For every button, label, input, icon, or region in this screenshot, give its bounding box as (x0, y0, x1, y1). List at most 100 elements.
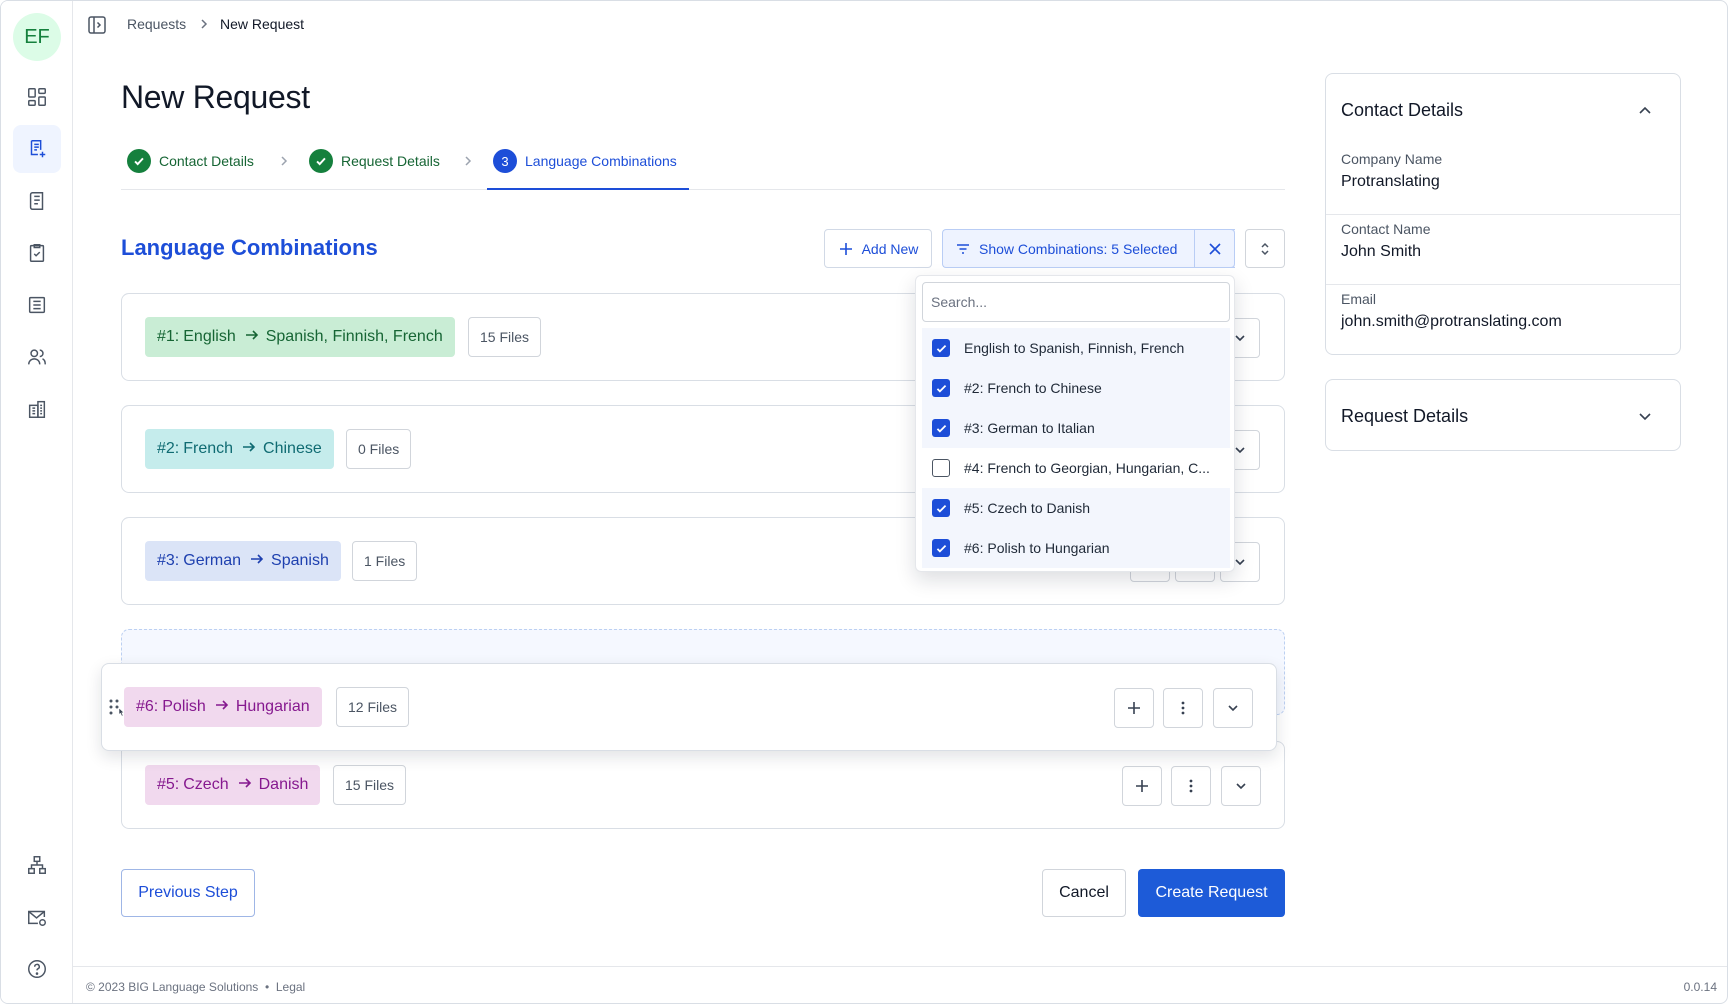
chevron-down-icon[interactable] (1636, 407, 1654, 425)
source-language: Polish (162, 698, 206, 715)
help-icon[interactable] (13, 945, 61, 993)
chevron-up-down-icon (1261, 242, 1269, 255)
app-version: 0.0.14 (1683, 980, 1717, 994)
tasks-icon[interactable] (13, 229, 61, 277)
filter-icon (957, 243, 969, 254)
breadcrumb-requests[interactable]: Requests (127, 16, 186, 32)
filter-option[interactable]: #4: French to Georgian, Hungarian, C... (922, 448, 1230, 488)
more-options-button[interactable] (1171, 766, 1211, 806)
checkbox-checked-icon[interactable] (932, 419, 950, 437)
clear-filter-button[interactable] (1194, 229, 1235, 268)
sidebar: EF (1, 1, 73, 1003)
filter-option[interactable]: #5: Czech to Danish (922, 488, 1230, 528)
target-languages: Danish (258, 776, 309, 793)
arrow-right-icon (249, 551, 265, 572)
expand-collapse-all-button[interactable] (1245, 229, 1285, 268)
app-window: EF Requests New Request New Request Cont… (0, 0, 1728, 1004)
filter-option-label: #3: German to Italian (964, 420, 1095, 436)
hierarchy-icon[interactable] (13, 841, 61, 889)
checkbox-unchecked-icon[interactable] (932, 459, 950, 477)
combination-id: #5: (157, 776, 180, 793)
mail-settings-icon[interactable] (13, 893, 61, 941)
files-count[interactable]: 15 Files (333, 765, 407, 805)
add-new-label: Add New (861, 240, 919, 257)
combination-id: #1: (157, 328, 180, 345)
page-title: New Request (121, 79, 310, 115)
plus-icon (839, 242, 852, 255)
files-count[interactable]: 0 Files (346, 429, 412, 469)
sidebar-toggle-icon[interactable] (87, 15, 107, 35)
create-request-button[interactable]: Create Request (1138, 869, 1285, 917)
source-language: French (183, 440, 234, 457)
topbar: Requests New Request (73, 1, 1727, 49)
dashboard-icon[interactable] (13, 73, 61, 121)
source-language: German (183, 552, 242, 569)
users-icon[interactable] (13, 333, 61, 381)
divider (1326, 214, 1680, 215)
filter-option[interactable]: #3: German to Italian (922, 408, 1230, 448)
source-language: Czech (183, 776, 229, 793)
legal-link[interactable]: Legal (276, 980, 305, 994)
plus-icon (1136, 780, 1148, 792)
chevron-down-icon[interactable] (1221, 766, 1261, 806)
step-language-combinations[interactable]: 3 Language Combinations (493, 149, 677, 173)
buildings-icon[interactable] (13, 385, 61, 433)
checkbox-checked-icon[interactable] (932, 379, 950, 397)
contact-name-label: Contact Name (1341, 221, 1431, 237)
step-contact-details[interactable]: Contact Details (127, 149, 254, 173)
add-file-button[interactable] (1114, 688, 1154, 728)
filter-option[interactable]: #2: French to Chinese (922, 368, 1230, 408)
step-label: Contact Details (159, 153, 254, 169)
add-new-button[interactable]: Add New (824, 229, 932, 268)
step-label: Language Combinations (525, 153, 677, 169)
arrow-right-icon (214, 697, 230, 718)
checkbox-checked-icon[interactable] (932, 339, 950, 357)
documents-icon[interactable] (13, 177, 61, 225)
cancel-button[interactable]: Cancel (1042, 869, 1126, 917)
dragging-combination-card[interactable]: #6: Polish Hungarian 12 Files (101, 663, 1277, 751)
combination-id: #3: (157, 552, 180, 569)
filter-label: Show Combinations: 5 Selected (979, 240, 1178, 257)
target-languages: Hungarian (235, 698, 310, 715)
step-request-details[interactable]: Request Details (309, 149, 440, 173)
filter-option[interactable]: #6: Polish to Hungarian (922, 528, 1230, 568)
contact-name-field: Contact Name John Smith (1341, 221, 1430, 261)
language-pair-tag: #5: Czech Danish (145, 765, 321, 805)
filter-option[interactable]: English to Spanish, Finnish, French (922, 328, 1230, 368)
company-name-value: Protranslating (1341, 173, 1440, 190)
checkbox-checked-icon[interactable] (932, 499, 950, 517)
chevron-right-icon (197, 16, 211, 32)
chevron-down-icon[interactable] (1213, 688, 1253, 728)
more-options-button[interactable] (1163, 688, 1203, 728)
new-request-icon[interactable] (13, 125, 61, 173)
source-language: English (183, 328, 236, 345)
more-vertical-icon (1181, 701, 1185, 715)
language-pair-tag: #6: Polish Hungarian (124, 687, 322, 727)
files-count[interactable]: 15 Files (468, 317, 542, 357)
active-step-indicator (487, 188, 689, 190)
request-details-panel[interactable]: Request Details (1325, 379, 1681, 451)
language-pair-tag: #1: English Spanish, Finnish, French (145, 317, 455, 357)
stepper: Contact Details Request Details 3 Langua… (121, 141, 1285, 190)
show-combinations-filter-button[interactable]: Show Combinations: 5 Selected (942, 229, 1235, 268)
checkbox-checked-icon[interactable] (932, 539, 950, 557)
contact-name-value: John Smith (1341, 243, 1422, 260)
chevron-up-icon[interactable] (1636, 102, 1654, 120)
divider (1326, 284, 1680, 285)
close-icon (1208, 242, 1221, 255)
footer-copyright: © 2023 BIG Language Solutions • Legal (86, 980, 305, 994)
avatar[interactable]: EF (13, 13, 61, 61)
filter-option-label: English to Spanish, Finnish, French (964, 340, 1185, 356)
chevron-right-icon (277, 154, 291, 168)
previous-step-button[interactable]: Previous Step (121, 869, 255, 917)
files-count[interactable]: 1 Files (352, 541, 418, 581)
check-circle-icon (309, 149, 333, 173)
list-icon[interactable] (13, 281, 61, 329)
company-name-label: Company Name (1341, 151, 1443, 167)
add-file-button[interactable] (1122, 766, 1162, 806)
filter-search-input[interactable] (922, 282, 1230, 322)
files-count[interactable]: 12 Files (336, 687, 410, 727)
target-languages: Chinese (263, 440, 322, 457)
company-name-field: Company Name Protranslating (1341, 151, 1442, 191)
target-languages: Spanish, Finnish, French (265, 328, 443, 345)
